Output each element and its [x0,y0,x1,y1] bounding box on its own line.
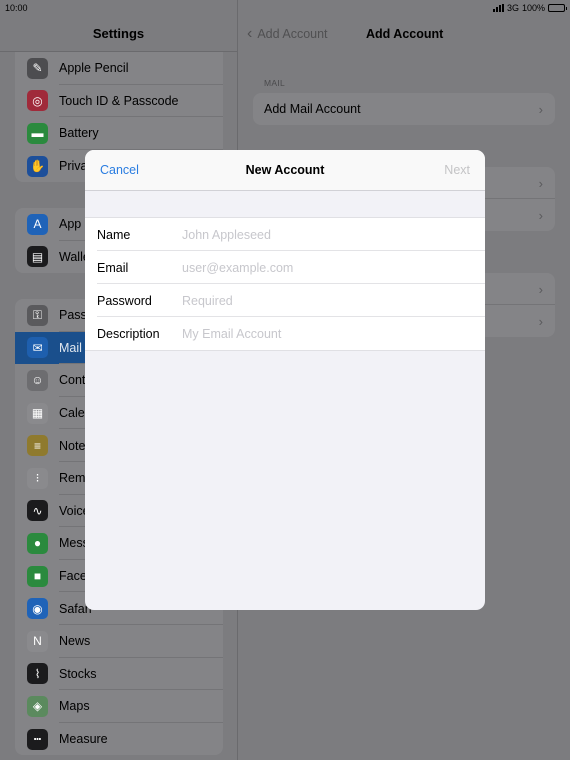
back-button-label: Add Account [257,27,328,41]
sidebar-item-label: Measure [59,732,108,747]
description-row: Description [85,317,485,350]
sidebar-item-label: Maps [59,699,90,714]
contacts-icon: ☺ [27,369,48,391]
description-label: Description [97,326,160,341]
sheet-nav-bar: Cancel New Account Next [85,150,485,191]
signal-icon [492,4,504,12]
status-bar: 10:00 3G 100% [0,0,570,16]
battery-icon: ▬ [27,122,48,144]
battery-level-icon [548,4,567,12]
voice-memos-icon: ∿ [27,500,48,522]
password-label: Password [97,293,152,308]
maps-icon: ◈ [27,695,48,717]
settings-title: Settings [0,16,237,52]
password-row: Password [85,284,485,317]
app-store-icon: A [27,213,48,235]
back-button[interactable]: ‹ Add Account [247,26,328,42]
stocks-icon: ⌇ [27,663,48,685]
sidebar-item-apple-pencil[interactable]: ✎ Apple Pencil [15,52,223,85]
add-mail-account-row[interactable]: Add Mail Account › [253,93,555,125]
chevron-right-icon: › [538,281,543,297]
sidebar-item-battery[interactable]: ▬ Battery [15,117,223,150]
email-input[interactable] [182,260,472,275]
chevron-right-icon: › [538,313,543,329]
sidebar-item-measure[interactable]: ┅ Measure [15,723,223,756]
messages-icon: ● [27,532,48,554]
sidebar-item-maps[interactable]: ◈ Maps [15,690,223,723]
sidebar-item-label: Battery [59,126,99,141]
add-mail-account-label: Add Mail Account [264,102,361,116]
key-icon: ⚿ [27,304,48,326]
news-icon: N [27,630,48,652]
network-label: 3G [506,3,519,13]
sidebar-item-label: Mail [59,340,82,355]
sidebar-item-news[interactable]: N News [15,625,223,658]
hand-icon: ✋ [27,155,48,177]
battery-percent: 100% [521,3,545,13]
notes-icon: ≡ [27,435,48,457]
description-input[interactable] [182,326,472,341]
add-account-header: ‹ Add Account Add Account [238,16,570,52]
sidebar-item-label: Stocks [59,666,97,681]
password-input[interactable] [182,293,472,308]
page-title: Add Account [366,27,444,41]
chevron-right-icon: › [538,207,543,223]
status-time: 10:00 [5,3,28,13]
reminders-icon: ⁝ [27,467,48,489]
chevron-right-icon: › [538,101,543,117]
sidebar-item-stocks[interactable]: ⌇ Stocks [15,658,223,691]
mail-section-label: MAIL [264,78,286,88]
status-right: 3G 100% [492,3,567,13]
next-button[interactable]: Next [444,163,470,177]
new-account-sheet: Cancel New Account Next Name Email Passw… [85,150,485,610]
wallet-icon: ▤ [27,246,48,268]
sidebar-item-label: News [59,634,91,649]
account-form: Name Email Password Description [85,217,485,351]
name-label: Name [97,227,131,242]
sidebar-item-touch-id-passcode[interactable]: ◎ Touch ID & Passcode [15,85,223,118]
fingerprint-icon: ◎ [27,90,48,112]
mail-group: Add Mail Account › [253,93,555,125]
email-label: Email [97,260,129,275]
measure-icon: ┅ [27,728,48,750]
chevron-right-icon: › [538,175,543,191]
name-row: Name [85,218,485,251]
cancel-button[interactable]: Cancel [100,163,139,177]
sheet-title: New Account [245,163,325,177]
mail-icon: ✉ [27,337,48,359]
email-row: Email [85,251,485,284]
calendar-icon: ▦ [27,402,48,424]
sidebar-item-label: Apple Pencil [59,61,129,76]
safari-icon: ◉ [27,598,48,620]
chevron-left-icon: ‹ [247,25,253,42]
pencil-icon: ✎ [27,57,48,79]
facetime-icon: ■ [27,565,48,587]
name-input[interactable] [182,227,472,242]
sidebar-item-label: Touch ID & Passcode [59,93,179,108]
